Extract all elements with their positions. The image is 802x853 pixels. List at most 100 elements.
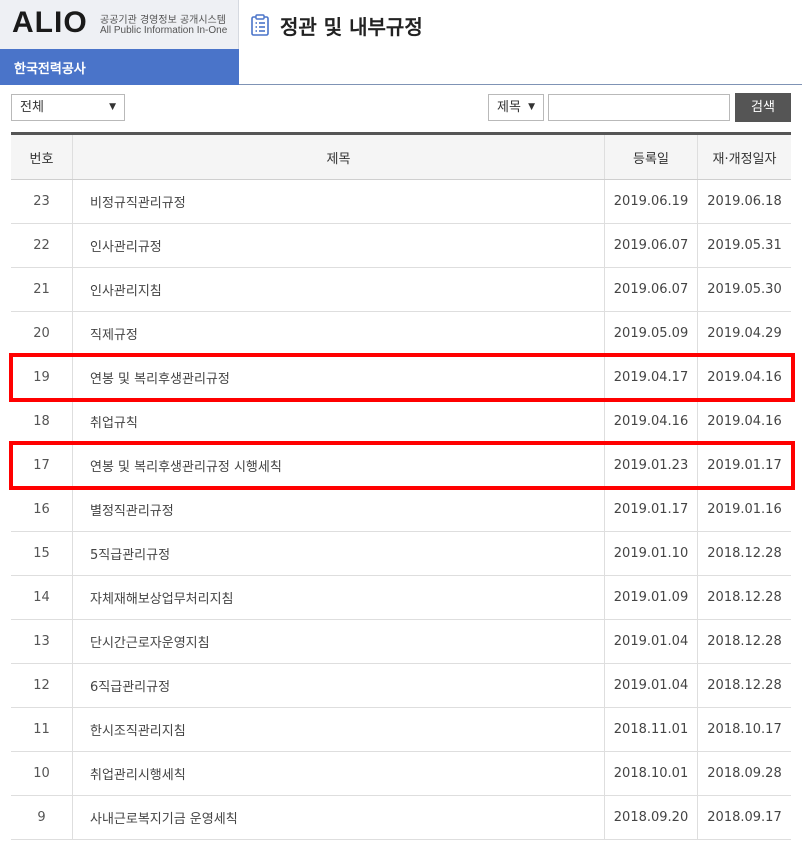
row-number: 9 xyxy=(11,796,73,839)
row-registration-date: 2018.11.01 xyxy=(605,708,698,751)
dropdown-arrow-icon: ▼ xyxy=(528,102,535,112)
row-revision-date: 2019.04.16 xyxy=(707,370,782,385)
row-number: 11 xyxy=(11,708,73,751)
table-row[interactable]: 9 사내근로복지기금 운영세칙 2018.09.20 2018.09.17 xyxy=(11,796,791,840)
row-revision-date: 2018.12.28 xyxy=(707,634,782,649)
row-title-link[interactable]: 취업관리시행세칙 xyxy=(73,752,605,795)
table-row[interactable]: 15 5직급관리규정 2019.01.10 2018.12.28 xyxy=(11,532,791,576)
row-number: 14 xyxy=(11,576,73,619)
row-number: 15 xyxy=(11,532,73,575)
category-select[interactable]: 전체 ▼ xyxy=(11,94,125,121)
header-registration-date: 등록일 xyxy=(605,135,698,179)
row-title-link[interactable]: 별정직관리규정 xyxy=(73,488,605,531)
row-number: 17 xyxy=(11,444,73,487)
row-title-link[interactable]: 사내근로복지기금 운영세칙 xyxy=(73,796,605,839)
row-revision-date: 2019.05.30 xyxy=(707,282,782,297)
row-number: 12 xyxy=(11,664,73,707)
search-field-select[interactable]: 제목 ▼ xyxy=(488,94,544,121)
row-number: 21 xyxy=(11,268,73,311)
row-title-link[interactable]: 5직급관리규정 xyxy=(73,532,605,575)
table-row[interactable]: 16 별정직관리규정 2019.01.17 2019.01.16 xyxy=(11,488,791,532)
row-number: 23 xyxy=(11,180,73,223)
row-title-link[interactable]: 단시간근로자운영지침 xyxy=(73,620,605,663)
table-row[interactable]: 11 한시조직관리지침 2018.11.01 2018.10.17 xyxy=(11,708,791,752)
row-revision-date: 2018.09.28 xyxy=(707,766,782,781)
row-revision-date: 2019.04.16 xyxy=(707,414,782,429)
row-title-link[interactable]: 비정규직관리규정 xyxy=(73,180,605,223)
table-row[interactable]: 12 6직급관리규정 2019.01.04 2018.12.28 xyxy=(11,664,791,708)
row-registration-date: 2019.01.23 xyxy=(605,444,698,487)
site-header: ALIO 공공기관 경영정보 공개시스템 All Public Informat… xyxy=(0,0,802,85)
row-number: 13 xyxy=(11,620,73,663)
table-header-row: 번호 제목 등록일 재·개정일자 xyxy=(11,135,791,180)
header-revision-date: 재·개정일자 xyxy=(712,151,777,167)
table-row[interactable]: 17 연봉 및 복리후생관리규정 시행세칙 2019.01.23 2019.01.17 xyxy=(11,444,791,488)
logo-text: ALIO xyxy=(12,6,88,39)
row-number: 18 xyxy=(11,400,73,443)
row-number: 19 xyxy=(11,356,73,399)
row-revision-date: 2019.01.16 xyxy=(707,502,782,517)
header-number: 번호 xyxy=(11,135,73,179)
row-title-link[interactable]: 6직급관리규정 xyxy=(73,664,605,707)
table-row[interactable]: 14 자체재해보상업무처리지침 2019.01.09 2018.12.28 xyxy=(11,576,791,620)
category-select-value: 전체 xyxy=(20,100,44,115)
table-row[interactable]: 13 단시간근로자운영지침 2019.01.04 2018.12.28 xyxy=(11,620,791,664)
search-toolbar: 전체 ▼ 제목 ▼ 검색 xyxy=(0,86,802,132)
row-registration-date: 2019.06.07 xyxy=(605,224,698,267)
row-registration-date: 2019.01.10 xyxy=(605,532,698,575)
row-registration-date: 2019.06.07 xyxy=(605,268,698,311)
row-revision-date: 2019.05.31 xyxy=(707,238,782,253)
row-title-link[interactable]: 연봉 및 복리후생관리규정 시행세칙 xyxy=(73,444,605,487)
row-registration-date: 2019.01.09 xyxy=(605,576,698,619)
row-registration-date: 2019.06.19 xyxy=(605,180,698,223)
row-number: 20 xyxy=(11,312,73,355)
search-input[interactable] xyxy=(548,94,730,121)
row-registration-date: 2019.01.04 xyxy=(605,664,698,707)
search-field-select-value: 제목 xyxy=(497,100,521,115)
row-revision-date: 2019.01.17 xyxy=(707,458,782,473)
row-revision-date: 2018.10.17 xyxy=(707,722,782,737)
row-number: 16 xyxy=(11,488,73,531)
row-revision-date: 2018.09.17 xyxy=(707,810,782,825)
table-body: 23 비정규직관리규정 2019.06.19 2019.06.18 22 인사관리규정 20… xyxy=(11,180,791,840)
logo-subtitle-korean: 공공기관 경영정보 공개시스템 xyxy=(100,15,226,26)
row-registration-date: 2019.01.17 xyxy=(605,488,698,531)
row-number: 22 xyxy=(11,224,73,267)
row-revision-date: 2018.12.28 xyxy=(707,546,782,561)
regulations-table: 번호 제목 등록일 재·개정일자 23 비정규직관리규정 2019.06.19 201… xyxy=(11,132,791,840)
row-revision-date: 2018.12.28 xyxy=(707,590,782,605)
row-registration-date: 2019.01.04 xyxy=(605,620,698,663)
table-row[interactable]: 18 취업규칙 2019.04.16 2019.04.16 xyxy=(11,400,791,444)
table-row[interactable]: 20 직제규정 2019.05.09 2019.04.29 xyxy=(11,312,791,356)
row-title-link[interactable]: 취업규칙 xyxy=(73,400,605,443)
row-registration-date: 2019.04.16 xyxy=(605,400,698,443)
header-title: 제목 xyxy=(73,135,605,179)
row-revision-date: 2019.06.18 xyxy=(707,194,782,209)
search-button[interactable]: 검색 xyxy=(735,93,791,122)
row-revision-date: 2018.12.28 xyxy=(707,678,782,693)
page-title: 정관 및 내부규정 xyxy=(280,14,423,39)
table-row[interactable]: 19 연봉 및 복리후생관리규정 2019.04.17 2019.04.16 xyxy=(11,356,791,400)
row-title-link[interactable]: 자체재해보상업무처리지침 xyxy=(73,576,605,619)
alio-logo[interactable]: ALIO 공공기관 경영정보 공개시스템 All Public Informat… xyxy=(0,0,239,49)
organization-name: 한국전력공사 xyxy=(14,62,86,77)
logo-subtitle-english: All Public Information In-One xyxy=(100,25,228,36)
page-title-area: 정관 및 내부규정 xyxy=(250,10,423,40)
row-registration-date: 2019.04.17 xyxy=(605,356,698,399)
row-title-link[interactable]: 인사관리규정 xyxy=(73,224,605,267)
row-title-link[interactable]: 인사관리지침 xyxy=(73,268,605,311)
table-row[interactable]: 23 비정규직관리규정 2019.06.19 2019.06.18 xyxy=(11,180,791,224)
dropdown-arrow-icon: ▼ xyxy=(109,102,116,112)
table-row[interactable]: 22 인사관리규정 2019.06.07 2019.05.31 xyxy=(11,224,791,268)
row-title-link[interactable]: 직제규정 xyxy=(73,312,605,355)
table-row[interactable]: 21 인사관리지침 2019.06.07 2019.05.30 xyxy=(11,268,791,312)
row-revision-date: 2019.04.29 xyxy=(707,326,782,341)
row-registration-date: 2018.09.20 xyxy=(605,796,698,839)
row-title-link[interactable]: 한시조직관리지침 xyxy=(73,708,605,751)
row-number: 10 xyxy=(11,752,73,795)
list-document-icon xyxy=(251,14,269,36)
row-title-link[interactable]: 연봉 및 복리후생관리규정 xyxy=(73,356,605,399)
organization-bar: 한국전력공사 xyxy=(0,49,239,85)
row-registration-date: 2019.05.09 xyxy=(605,312,698,355)
table-row[interactable]: 10 취업관리시행세칙 2018.10.01 2018.09.28 xyxy=(11,752,791,796)
